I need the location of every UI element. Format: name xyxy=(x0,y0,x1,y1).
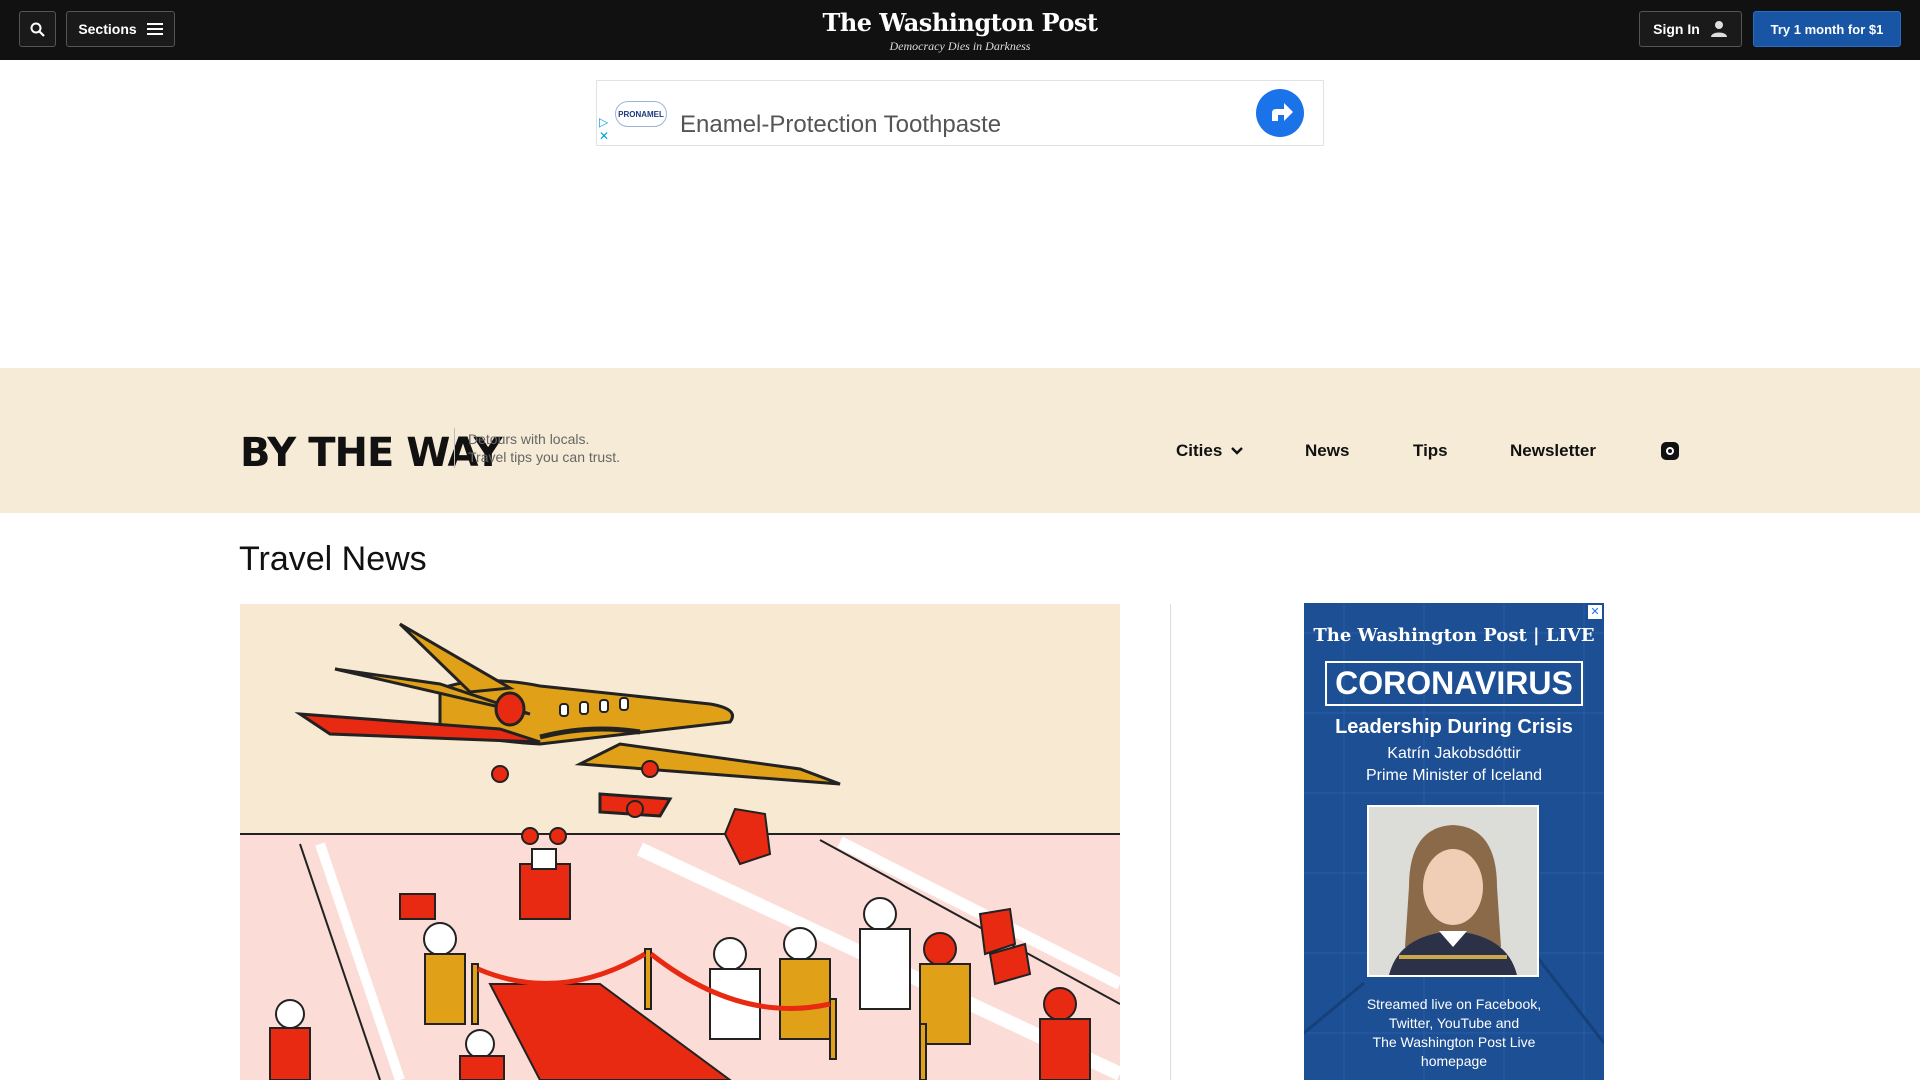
side-ad-coronavirus-live[interactable]: ✕ The Washington Post | LIVE CORONAVIRUS… xyxy=(1304,603,1604,1080)
user-icon xyxy=(1710,21,1727,37)
sign-in-label: Sign In xyxy=(1653,21,1700,37)
hero-illustration-svg xyxy=(240,604,1120,1080)
nav-item-label: Cities xyxy=(1176,441,1223,460)
ad-arrow-button[interactable] xyxy=(1256,89,1304,137)
logo-divider xyxy=(454,428,455,468)
subscribe-button[interactable]: Try 1 month for $1 xyxy=(1753,11,1901,47)
ad-banner[interactable]: ▷ ✕ PRONAMEL Enamel-Protection Toothpast… xyxy=(596,80,1324,146)
hero-illustration[interactable] xyxy=(240,604,1120,1080)
sections-label: Sections xyxy=(78,21,137,37)
sign-in-button[interactable]: Sign In xyxy=(1639,11,1742,47)
sections-button[interactable]: Sections xyxy=(66,11,175,47)
logo-tagline: Democracy Dies in Darkness xyxy=(889,39,1031,53)
ad-brand-logo: PRONAMEL xyxy=(615,101,667,127)
adchoices-icon[interactable]: ▷ ✕ xyxy=(599,115,609,143)
stream-line-4: homepage xyxy=(1420,1053,1488,1069)
brand-tagline: Detours with locals. Travel tips you can… xyxy=(468,430,620,466)
stream-line-2: Twitter, YouTube and xyxy=(1388,1015,1520,1031)
side-ad-headline: CORONAVIRUS xyxy=(1325,661,1583,706)
stream-line-3: The Washington Post Live xyxy=(1372,1034,1536,1050)
guest-portrait xyxy=(1367,805,1539,977)
nav-item-news[interactable]: News xyxy=(1305,441,1349,461)
side-ad-guest-name: Katrín Jakobsdóttir xyxy=(1387,745,1521,762)
ad-text[interactable]: Enamel-Protection Toothpaste xyxy=(680,111,1001,139)
side-ad-stream-info: Streamed live on Facebook, Twitter, YouT… xyxy=(1344,995,1564,1071)
logo-title: The Washington Post xyxy=(822,8,1098,37)
nav-item-cities[interactable]: Cities xyxy=(1176,441,1243,461)
search-icon xyxy=(30,22,45,37)
ad-close-button[interactable]: ✕ xyxy=(1588,605,1602,619)
search-button[interactable] xyxy=(19,11,56,47)
page-title: Travel News xyxy=(239,540,427,578)
top-navigation-bar: Sections The Washington Post Democracy D… xyxy=(0,0,1920,60)
side-ad-logo: The Washington Post | LIVE xyxy=(1313,625,1595,646)
washington-post-logo[interactable]: The Washington Post Democracy Dies in Da… xyxy=(760,8,1160,54)
by-the-way-logo[interactable]: BY THE WAY xyxy=(240,430,503,476)
arrow-turn-right-icon xyxy=(1272,103,1293,121)
tagline-line-1: Detours with locals. xyxy=(468,431,590,447)
column-divider xyxy=(1170,604,1171,1080)
side-ad-guest-role: Prime Minister of Iceland xyxy=(1365,767,1543,784)
stream-line-1: Streamed live on Facebook, xyxy=(1366,996,1542,1012)
tagline-line-2: Travel tips you can trust. xyxy=(468,449,620,465)
instagram-icon[interactable] xyxy=(1661,442,1679,460)
chevron-down-icon xyxy=(1231,447,1243,455)
nav-item-newsletter[interactable]: Newsletter xyxy=(1510,441,1596,461)
side-ad-subhead: Leadership During Crisis xyxy=(1335,716,1573,738)
nav-item-tips[interactable]: Tips xyxy=(1413,441,1448,461)
hamburger-menu-icon xyxy=(146,23,163,35)
